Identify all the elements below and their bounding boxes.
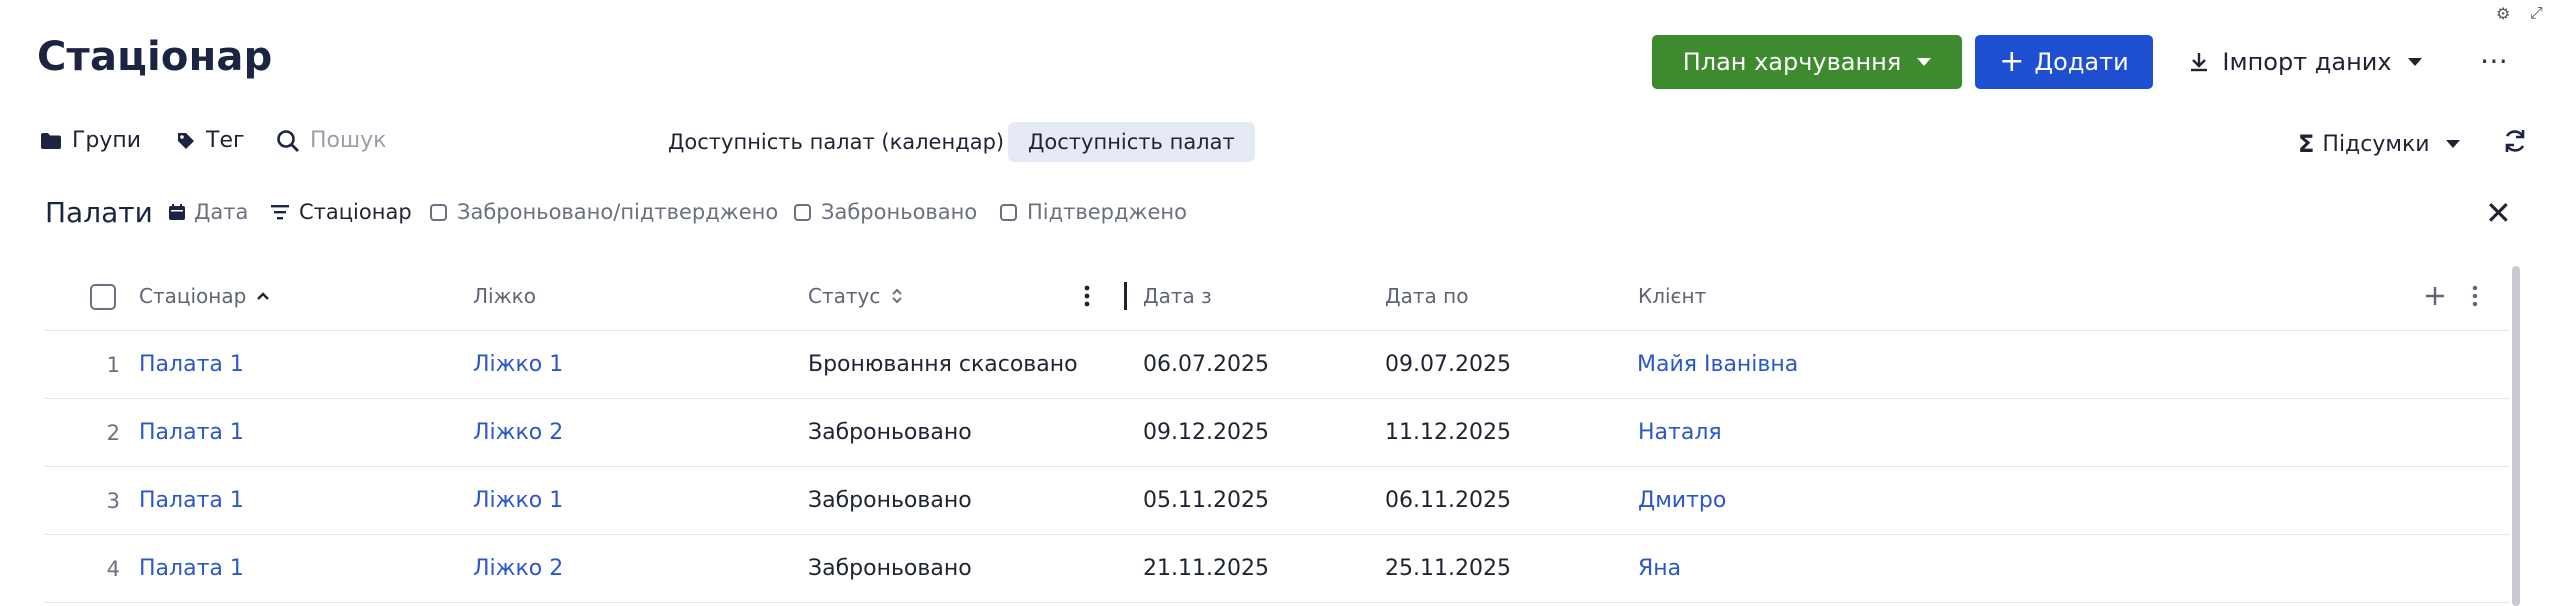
row-number: 3	[106, 488, 120, 513]
filter-icon	[271, 205, 289, 220]
ward-filter-label: Стаціонар	[299, 200, 412, 224]
column-header-ward[interactable]: Стаціонар	[139, 262, 270, 330]
download-icon	[2191, 53, 2208, 72]
tag-icon	[178, 132, 194, 149]
tab-ward-availability-calendar[interactable]: Доступність палат (календар)	[648, 122, 1024, 162]
meal-plan-label: План харчування	[1682, 48, 1902, 76]
ward-link[interactable]: Палата 1	[139, 331, 244, 398]
status-cell: Заброньовано	[808, 488, 972, 513]
table-header: Стаціонар Ліжко Статус Дата з Дата по Кл…	[44, 262, 2510, 331]
kebab-icon[interactable]	[2472, 262, 2478, 330]
bed-link[interactable]: Ліжко 1	[473, 467, 563, 534]
booked-label: Заброньовано	[821, 200, 978, 224]
checkbox-box	[430, 203, 447, 221]
caret-down-icon	[2445, 140, 2460, 148]
ward-filter[interactable]: Стаціонар	[270, 200, 412, 224]
row-number: 2	[106, 420, 120, 445]
groups-button[interactable]: Групи	[40, 128, 141, 153]
date-filter[interactable]: Дата	[168, 200, 248, 224]
sort-asc-icon	[257, 292, 270, 300]
plus-icon: +	[1999, 44, 2025, 79]
table-row[interactable]: 2 Палата 1 Ліжко 2 Заброньовано 09.12.20…	[44, 399, 2510, 467]
search-icon	[277, 129, 299, 152]
checkbox-box	[1000, 203, 1017, 221]
close-icon[interactable]: ✕	[2485, 194, 2512, 232]
client-link[interactable]: Наталя	[1638, 399, 1722, 466]
column-header-label: Стаціонар	[139, 284, 247, 308]
bed-link[interactable]: Ліжко 2	[473, 399, 563, 466]
date-to-cell: 11.12.2025	[1385, 420, 1511, 445]
more-menu-button[interactable]: ⋯	[2480, 44, 2510, 77]
booked-checkbox[interactable]: Заброньовано	[794, 200, 977, 224]
groups-label: Групи	[72, 128, 142, 153]
confirmed-label: Підтверджено	[1027, 200, 1187, 224]
meal-plan-button[interactable]: План харчування	[1652, 35, 1962, 89]
date-to-cell: 25.11.2025	[1385, 556, 1511, 581]
date-filter-label: Дата	[194, 200, 249, 224]
client-link[interactable]: Дмитро	[1638, 467, 1726, 534]
table-row[interactable]: 4 Палата 1 Ліжко 2 Заброньовано 21.11.20…	[44, 535, 2510, 603]
folder-icon	[41, 132, 61, 149]
row-number: 4	[106, 556, 120, 581]
tag-button[interactable]: Тег	[176, 128, 245, 153]
vertical-scrollbar[interactable]	[2512, 266, 2520, 606]
import-data-label: Імпорт даних	[2222, 48, 2392, 76]
client-link[interactable]: Яна	[1638, 535, 1681, 602]
totals-button[interactable]: Σ Підсумки	[2298, 130, 2460, 158]
status-cell: Заброньовано	[808, 420, 972, 445]
table-row[interactable]: 3 Палата 1 Ліжко 1 Заброньовано 05.11.20…	[44, 467, 2510, 535]
caret-down-icon	[1917, 58, 1932, 66]
caret-down-icon	[2407, 58, 2422, 66]
client-link[interactable]: Майя Іванівна	[1637, 331, 1798, 398]
totals-label: Підсумки	[2322, 131, 2430, 157]
add-button[interactable]: + Додати	[1975, 35, 2153, 89]
ward-link[interactable]: Палата 1	[139, 535, 244, 602]
add-column-icon[interactable]	[2424, 262, 2446, 330]
confirmed-checkbox[interactable]: Підтверджено	[1000, 200, 1187, 224]
date-from-cell: 06.07.2025	[1143, 352, 1269, 377]
table-row[interactable]: 1 Палата 1 Ліжко 1 Бронювання скасовано …	[44, 331, 2510, 399]
import-data-button[interactable]: Імпорт даних	[2185, 35, 2425, 89]
select-all-checkbox[interactable]	[90, 284, 116, 310]
refresh-icon	[2505, 130, 2525, 152]
column-header-bed[interactable]: Ліжко	[473, 262, 536, 330]
booked-confirmed-checkbox[interactable]: Заброньовано/підтверджено	[430, 200, 778, 224]
row-number: 1	[106, 352, 120, 377]
date-from-cell: 21.11.2025	[1143, 556, 1269, 581]
booked-confirmed-label: Заброньовано/підтверджено	[457, 200, 779, 224]
refresh-button[interactable]	[2502, 128, 2528, 158]
bed-link[interactable]: Ліжко 1	[473, 331, 563, 398]
column-header-status[interactable]: Статус	[808, 262, 904, 330]
calendar-icon	[169, 204, 185, 220]
search-placeholder: Пошук	[310, 128, 387, 153]
column-header-date-from[interactable]: Дата з	[1143, 262, 1212, 330]
kebab-icon[interactable]	[1084, 262, 1090, 330]
tab-ward-availability[interactable]: Доступність палат	[1008, 122, 1255, 162]
date-from-cell: 09.12.2025	[1143, 420, 1269, 445]
date-to-cell: 06.11.2025	[1385, 488, 1511, 513]
search-input[interactable]: Пошук	[276, 128, 386, 153]
gear-icon[interactable]: ⚙	[2496, 4, 2510, 23]
column-resize-handle[interactable]	[1124, 262, 1127, 330]
column-header-date-to[interactable]: Дата по	[1385, 262, 1468, 330]
tag-label: Тег	[206, 128, 245, 153]
ward-link[interactable]: Палата 1	[139, 467, 244, 534]
expand-icon[interactable]: ⤢	[2530, 3, 2543, 23]
page-title: Стаціонар	[37, 34, 273, 80]
sigma-icon: Σ	[2298, 130, 2315, 158]
date-to-cell: 09.07.2025	[1385, 352, 1511, 377]
sort-both-icon	[892, 288, 903, 304]
date-from-cell: 05.11.2025	[1143, 488, 1269, 513]
add-label: Додати	[2034, 48, 2129, 76]
column-header-label: Статус	[808, 284, 881, 308]
status-cell: Заброньовано	[808, 556, 972, 581]
data-grid: Стаціонар Ліжко Статус Дата з Дата по Кл…	[44, 262, 2510, 603]
status-cell: Бронювання скасовано	[808, 352, 1078, 377]
bed-link[interactable]: Ліжко 2	[473, 535, 563, 602]
column-header-client[interactable]: Клієнт	[1638, 262, 1706, 330]
ward-link[interactable]: Палата 1	[139, 399, 244, 466]
checkbox-box	[794, 203, 811, 221]
section-title: Палати	[45, 196, 153, 229]
